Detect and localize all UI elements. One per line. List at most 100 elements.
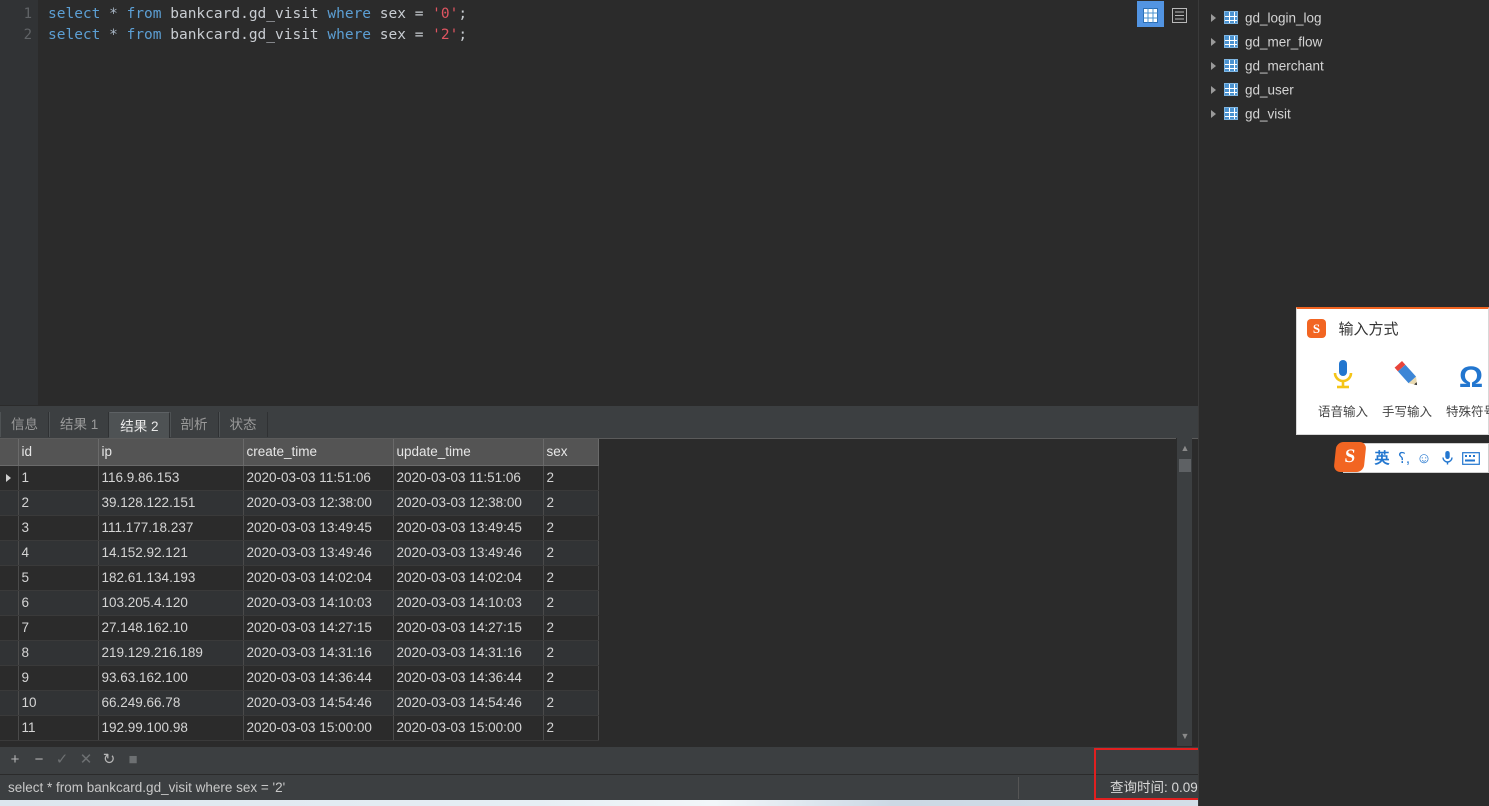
column-header-ip[interactable]: ip: [98, 439, 244, 466]
remove-record-button[interactable]: −: [30, 751, 48, 769]
table-row[interactable]: 9 93.63.162.100 2020-03-03 14:36:44 2020-03…: [0, 665, 599, 691]
cell-update_time[interactable]: 2020-03-03 14:10:03: [393, 590, 544, 616]
table-row[interactable]: 11 192.99.100.98 2020-03-03 15:00:00 2020-0…: [0, 715, 599, 741]
cell-id[interactable]: 6: [18, 590, 99, 616]
editor-code-area[interactable]: select * from bankcard.gd_visit where se…: [48, 0, 1198, 405]
code-line[interactable]: select * from bankcard.gd_visit where se…: [48, 21, 1198, 43]
code-line[interactable]: select * from bankcard.gd_visit where se…: [48, 0, 1198, 22]
cell-ip[interactable]: 14.152.92.121: [98, 540, 244, 566]
chevron-right-icon[interactable]: [1211, 85, 1216, 94]
tab-0[interactable]: 信息: [0, 412, 49, 437]
cell-ip[interactable]: 66.249.66.78: [98, 690, 244, 716]
cell-create_time[interactable]: 2020-03-03 15:00:00: [243, 715, 394, 741]
cancel-changes-button[interactable]: ✕: [77, 751, 95, 769]
ime-method-symbols[interactable]: Ω 特殊符号: [1439, 357, 1489, 420]
table-row[interactable]: 1 116.9.86.153 2020-03-03 11:51:06 2020-03-…: [0, 465, 599, 491]
cell-sex[interactable]: 2: [543, 615, 599, 641]
table-row[interactable]: 10 66.249.66.78 2020-03-03 14:54:46 2020-03…: [0, 690, 599, 716]
tree-item-gd_login_log[interactable]: gd_login_log: [1199, 6, 1489, 30]
cell-id[interactable]: 2: [18, 490, 99, 516]
refresh-button[interactable]: ↻: [100, 751, 118, 769]
row-marker[interactable]: [0, 465, 19, 491]
cell-sex[interactable]: 2: [543, 490, 599, 516]
form-view-button[interactable]: [1166, 1, 1193, 27]
row-marker[interactable]: [0, 640, 19, 666]
cell-sex[interactable]: 2: [543, 590, 599, 616]
chevron-right-icon[interactable]: [1211, 13, 1216, 22]
add-record-button[interactable]: +: [6, 751, 24, 769]
row-marker[interactable]: [0, 615, 19, 641]
chevron-right-icon[interactable]: [1211, 61, 1216, 70]
cell-sex[interactable]: 2: [543, 640, 599, 666]
cell-ip[interactable]: 27.148.162.10: [98, 615, 244, 641]
stop-button[interactable]: ■: [124, 751, 142, 769]
table-row[interactable]: 7 27.148.162.10 2020-03-03 14:27:15 2020-03…: [0, 615, 599, 641]
tab-3[interactable]: 剖析: [169, 412, 219, 437]
cell-ip[interactable]: 192.99.100.98: [98, 715, 244, 741]
cell-ip[interactable]: 103.205.4.120: [98, 590, 244, 616]
cell-update_time[interactable]: 2020-03-03 13:49:45: [393, 515, 544, 541]
cell-sex[interactable]: 2: [543, 715, 599, 741]
table-row[interactable]: 4 14.152.92.121 2020-03-03 13:49:46 2020-03…: [0, 540, 599, 566]
row-marker[interactable]: [0, 715, 19, 741]
tree-item-gd_user[interactable]: gd_user: [1199, 78, 1489, 102]
tree-item-gd_mer_flow[interactable]: gd_mer_flow: [1199, 30, 1489, 54]
table-row[interactable]: 2 39.128.122.151 2020-03-03 12:38:00 2020-0…: [0, 490, 599, 516]
apply-changes-button[interactable]: ✓: [53, 751, 71, 769]
grid-toolbar[interactable]: + − ✓ ✕ ↻ ■: [0, 746, 1198, 774]
result-grid[interactable]: id ip create_time update_time sex 1 116.9…: [0, 438, 1198, 746]
ime-input-method-panel[interactable]: S 输入方式 语音输入 手写输入 Ω 特殊符: [1296, 307, 1489, 435]
table-row[interactable]: 8 219.129.216.189 2020-03-03 14:31:16 2020-…: [0, 640, 599, 666]
cell-sex[interactable]: 2: [543, 515, 599, 541]
result-grid-scrollbar[interactable]: ▲ ▼: [1176, 438, 1192, 746]
sql-editor[interactable]: 12 select * from bankcard.gd_visit where…: [0, 0, 1198, 405]
cell-id[interactable]: 5: [18, 565, 99, 591]
tree-item-gd_merchant[interactable]: gd_merchant: [1199, 54, 1489, 78]
ime-status-bar[interactable]: S 英 ⸮, ☺: [1333, 442, 1489, 473]
cell-sex[interactable]: 2: [543, 665, 599, 691]
ime-method-handwriting[interactable]: 手写输入: [1375, 357, 1439, 420]
cell-create_time[interactable]: 2020-03-03 13:49:46: [243, 540, 394, 566]
cell-update_time[interactable]: 2020-03-03 12:38:00: [393, 490, 544, 516]
ime-voice-input-button[interactable]: [1438, 448, 1456, 470]
cell-create_time[interactable]: 2020-03-03 14:02:04: [243, 565, 394, 591]
cell-sex[interactable]: 2: [543, 465, 599, 491]
ime-language-toggle[interactable]: 英: [1372, 448, 1392, 470]
column-header-sex[interactable]: sex: [543, 439, 599, 466]
row-marker[interactable]: [0, 515, 19, 541]
cell-create_time[interactable]: 2020-03-03 14:27:15: [243, 615, 394, 641]
cell-id[interactable]: 1: [18, 465, 99, 491]
tab-2[interactable]: 结果 2: [109, 412, 170, 439]
cell-ip[interactable]: 182.61.134.193: [98, 565, 244, 591]
cell-create_time[interactable]: 2020-03-03 11:51:06: [243, 465, 394, 491]
cell-ip[interactable]: 39.128.122.151: [98, 490, 244, 516]
column-header-update-time[interactable]: update_time: [393, 439, 544, 466]
cell-ip[interactable]: 93.63.162.100: [98, 665, 244, 691]
cell-id[interactable]: 7: [18, 615, 99, 641]
result-table[interactable]: id ip create_time update_time sex 1 116.9…: [0, 439, 599, 741]
cell-update_time[interactable]: 2020-03-03 14:27:15: [393, 615, 544, 641]
scroll-up-icon[interactable]: ▲: [1177, 440, 1193, 456]
cell-create_time[interactable]: 2020-03-03 12:38:00: [243, 490, 394, 516]
cell-create_time[interactable]: 2020-03-03 14:31:16: [243, 640, 394, 666]
cell-update_time[interactable]: 2020-03-03 14:54:46: [393, 690, 544, 716]
chevron-right-icon[interactable]: [1211, 109, 1216, 118]
cell-sex[interactable]: 2: [543, 690, 599, 716]
cell-update_time[interactable]: 2020-03-03 14:02:04: [393, 565, 544, 591]
column-header-id[interactable]: id: [18, 439, 99, 466]
cell-ip[interactable]: 219.129.216.189: [98, 640, 244, 666]
cell-update_time[interactable]: 2020-03-03 13:49:46: [393, 540, 544, 566]
table-row[interactable]: 6 103.205.4.120 2020-03-03 14:10:03 2020-03…: [0, 590, 599, 616]
row-marker[interactable]: [0, 590, 19, 616]
cell-update_time[interactable]: 2020-03-03 11:51:06: [393, 465, 544, 491]
cell-id[interactable]: 11: [18, 715, 99, 741]
tree-item-gd_visit[interactable]: gd_visit: [1199, 102, 1489, 126]
cell-update_time[interactable]: 2020-03-03 15:00:00: [393, 715, 544, 741]
cell-id[interactable]: 10: [18, 690, 99, 716]
cell-id[interactable]: 4: [18, 540, 99, 566]
cell-sex[interactable]: 2: [543, 565, 599, 591]
cell-create_time[interactable]: 2020-03-03 14:10:03: [243, 590, 394, 616]
tab-4[interactable]: 状态: [218, 412, 268, 437]
scroll-down-icon[interactable]: ▼: [1177, 728, 1193, 744]
column-header-create-time[interactable]: create_time: [243, 439, 394, 466]
